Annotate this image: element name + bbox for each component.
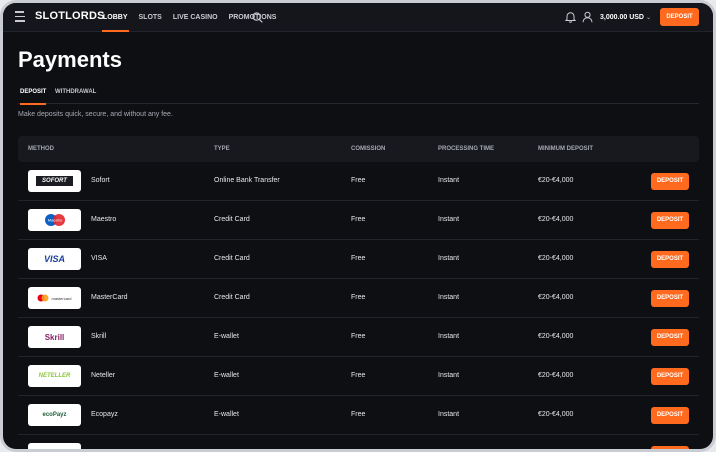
- method-minimum-deposit: €20-€4,000: [538, 411, 574, 418]
- deposit-button[interactable]: DEPOSIT: [651, 407, 689, 424]
- method-minimum-deposit: €20-€4,000: [538, 333, 574, 340]
- nav-live-casino[interactable]: LIVE CASINO: [169, 3, 222, 32]
- method-name: MasterCard: [91, 294, 128, 301]
- nav-slots[interactable]: SLOTS: [135, 3, 166, 32]
- method-minimum-deposit: €20-€4,000: [538, 255, 574, 262]
- top-bar: SLOTLORDS LOBBY SLOTS LIVE CASINO PROMOT…: [3, 3, 713, 32]
- mastercard-logo: mastercard: [28, 287, 81, 309]
- payment-tabs: DEPOSIT WITHDRAWAL: [18, 86, 699, 105]
- table-header: METHOD TYPE COMISSION PROCESSING TIME MI…: [18, 136, 699, 162]
- payment-methods-table: METHOD TYPE COMISSION PROCESSING TIME MI…: [18, 136, 699, 449]
- sofort-logo: SOFORT: [28, 170, 81, 192]
- skrill-logo: Skrill: [28, 326, 81, 348]
- deposit-button[interactable]: DEPOSIT: [651, 368, 689, 385]
- mastercard-circles-icon: [37, 294, 49, 302]
- svg-text:Maestro: Maestro: [47, 218, 62, 223]
- header-processing-time: PROCESSING TIME: [438, 146, 495, 152]
- device-frame: SLOTLORDS LOBBY SLOTS LIVE CASINO PROMOT…: [0, 0, 716, 452]
- method-name: Neteller: [91, 372, 116, 379]
- balance-dropdown[interactable]: 3,000.00 USD ⌄: [600, 3, 651, 32]
- method-processing-time: Instant: [438, 216, 460, 223]
- header-minimum-deposit: MINIMUM DEPOSIT: [538, 146, 593, 152]
- method-processing-time: Instant: [438, 177, 460, 184]
- method-type: Credit Card: [214, 216, 250, 223]
- header-deposit-button[interactable]: DEPOSIT: [660, 8, 699, 26]
- header-commission: COMISSION: [351, 146, 386, 152]
- deposit-button[interactable]: DEPOSIT: [651, 251, 689, 268]
- method-commission: Free: [351, 333, 366, 340]
- logo-text: SLOTLORDS: [35, 10, 105, 22]
- method-processing-time: Instant: [438, 255, 460, 262]
- method-minimum-deposit: €20-€4,000: [538, 177, 574, 184]
- table-row: mastercard MasterCard Credit Card Free I…: [18, 279, 699, 318]
- chevron-down-icon: ⌄: [645, 15, 652, 21]
- header-type: TYPE: [214, 146, 230, 152]
- screen: SLOTLORDS LOBBY SLOTS LIVE CASINO PROMOT…: [3, 3, 713, 449]
- visa-logo: VISA: [28, 248, 81, 270]
- method-type: Credit Card: [214, 294, 250, 301]
- deposit-button-partial[interactable]: [651, 446, 689, 449]
- bell-icon[interactable]: [565, 11, 576, 23]
- maestro-circles-icon: Maestro: [44, 214, 65, 226]
- method-name: VISA: [91, 255, 107, 262]
- nav-lobby[interactable]: LOBBY: [99, 3, 132, 32]
- table-row: SOFORT Sofort Online Bank Transfer Free …: [18, 162, 699, 201]
- method-type: E-wallet: [214, 372, 239, 379]
- tab-deposit[interactable]: DEPOSIT: [20, 86, 47, 105]
- deposit-button[interactable]: DEPOSIT: [651, 290, 689, 307]
- method-minimum-deposit: €20-€4,000: [538, 216, 574, 223]
- deposit-button[interactable]: DEPOSIT: [651, 212, 689, 229]
- user-icon[interactable]: [582, 11, 593, 23]
- method-processing-time: Instant: [438, 333, 460, 340]
- method-processing-time: Instant: [438, 372, 460, 379]
- method-minimum-deposit: €20-€4,000: [538, 294, 574, 301]
- method-minimum-deposit: €20-€4,000: [538, 372, 574, 379]
- method-commission: Free: [351, 411, 366, 418]
- table-row: Maestro Maestro Credit Card Free Instant…: [18, 201, 699, 240]
- method-commission: Free: [351, 255, 366, 262]
- hamburger-menu-icon[interactable]: [15, 11, 29, 23]
- method-type: Online Bank Transfer: [214, 177, 280, 184]
- method-type: E-wallet: [214, 333, 239, 340]
- method-type: Credit Card: [214, 255, 250, 262]
- page-subtitle: Make deposits quick, secure, and without…: [18, 111, 173, 118]
- deposit-button[interactable]: DEPOSIT: [651, 173, 689, 190]
- method-processing-time: Instant: [438, 411, 460, 418]
- header-method: METHOD: [28, 146, 54, 152]
- tab-withdrawal[interactable]: WITHDRAWAL: [55, 86, 96, 104]
- table-row: Skrill Skrill E-wallet Free Instant €20-…: [18, 318, 699, 357]
- table-row: ecoPayz Ecopayz E-wallet Free Instant €2…: [18, 396, 699, 435]
- payment-logo-partial: [28, 443, 81, 449]
- search-icon[interactable]: [252, 12, 263, 23]
- site-logo[interactable]: SLOTLORDS: [35, 10, 105, 22]
- page-title: Payments: [18, 47, 122, 72]
- method-processing-time: Instant: [438, 294, 460, 301]
- balance-value: 3,000.00 USD: [600, 14, 644, 21]
- method-commission: Free: [351, 216, 366, 223]
- table-row: NETELLER Neteller E-wallet Free Instant …: [18, 357, 699, 396]
- ecopayz-logo: ecoPayz: [28, 404, 81, 426]
- neteller-logo: NETELLER: [28, 365, 81, 387]
- method-name: Ecopayz: [91, 411, 118, 418]
- method-commission: Free: [351, 294, 366, 301]
- deposit-button[interactable]: DEPOSIT: [651, 329, 689, 346]
- method-commission: Free: [351, 177, 366, 184]
- method-name: Maestro: [91, 216, 117, 223]
- table-row: VISA VISA Credit Card Free Instant €20-€…: [18, 240, 699, 279]
- maestro-logo: Maestro: [28, 209, 81, 231]
- method-name: Sofort: [91, 177, 110, 184]
- method-name: Skrill: [91, 333, 107, 340]
- method-commission: Free: [351, 372, 366, 379]
- table-row-partial: [18, 435, 699, 449]
- method-type: E-wallet: [214, 411, 239, 418]
